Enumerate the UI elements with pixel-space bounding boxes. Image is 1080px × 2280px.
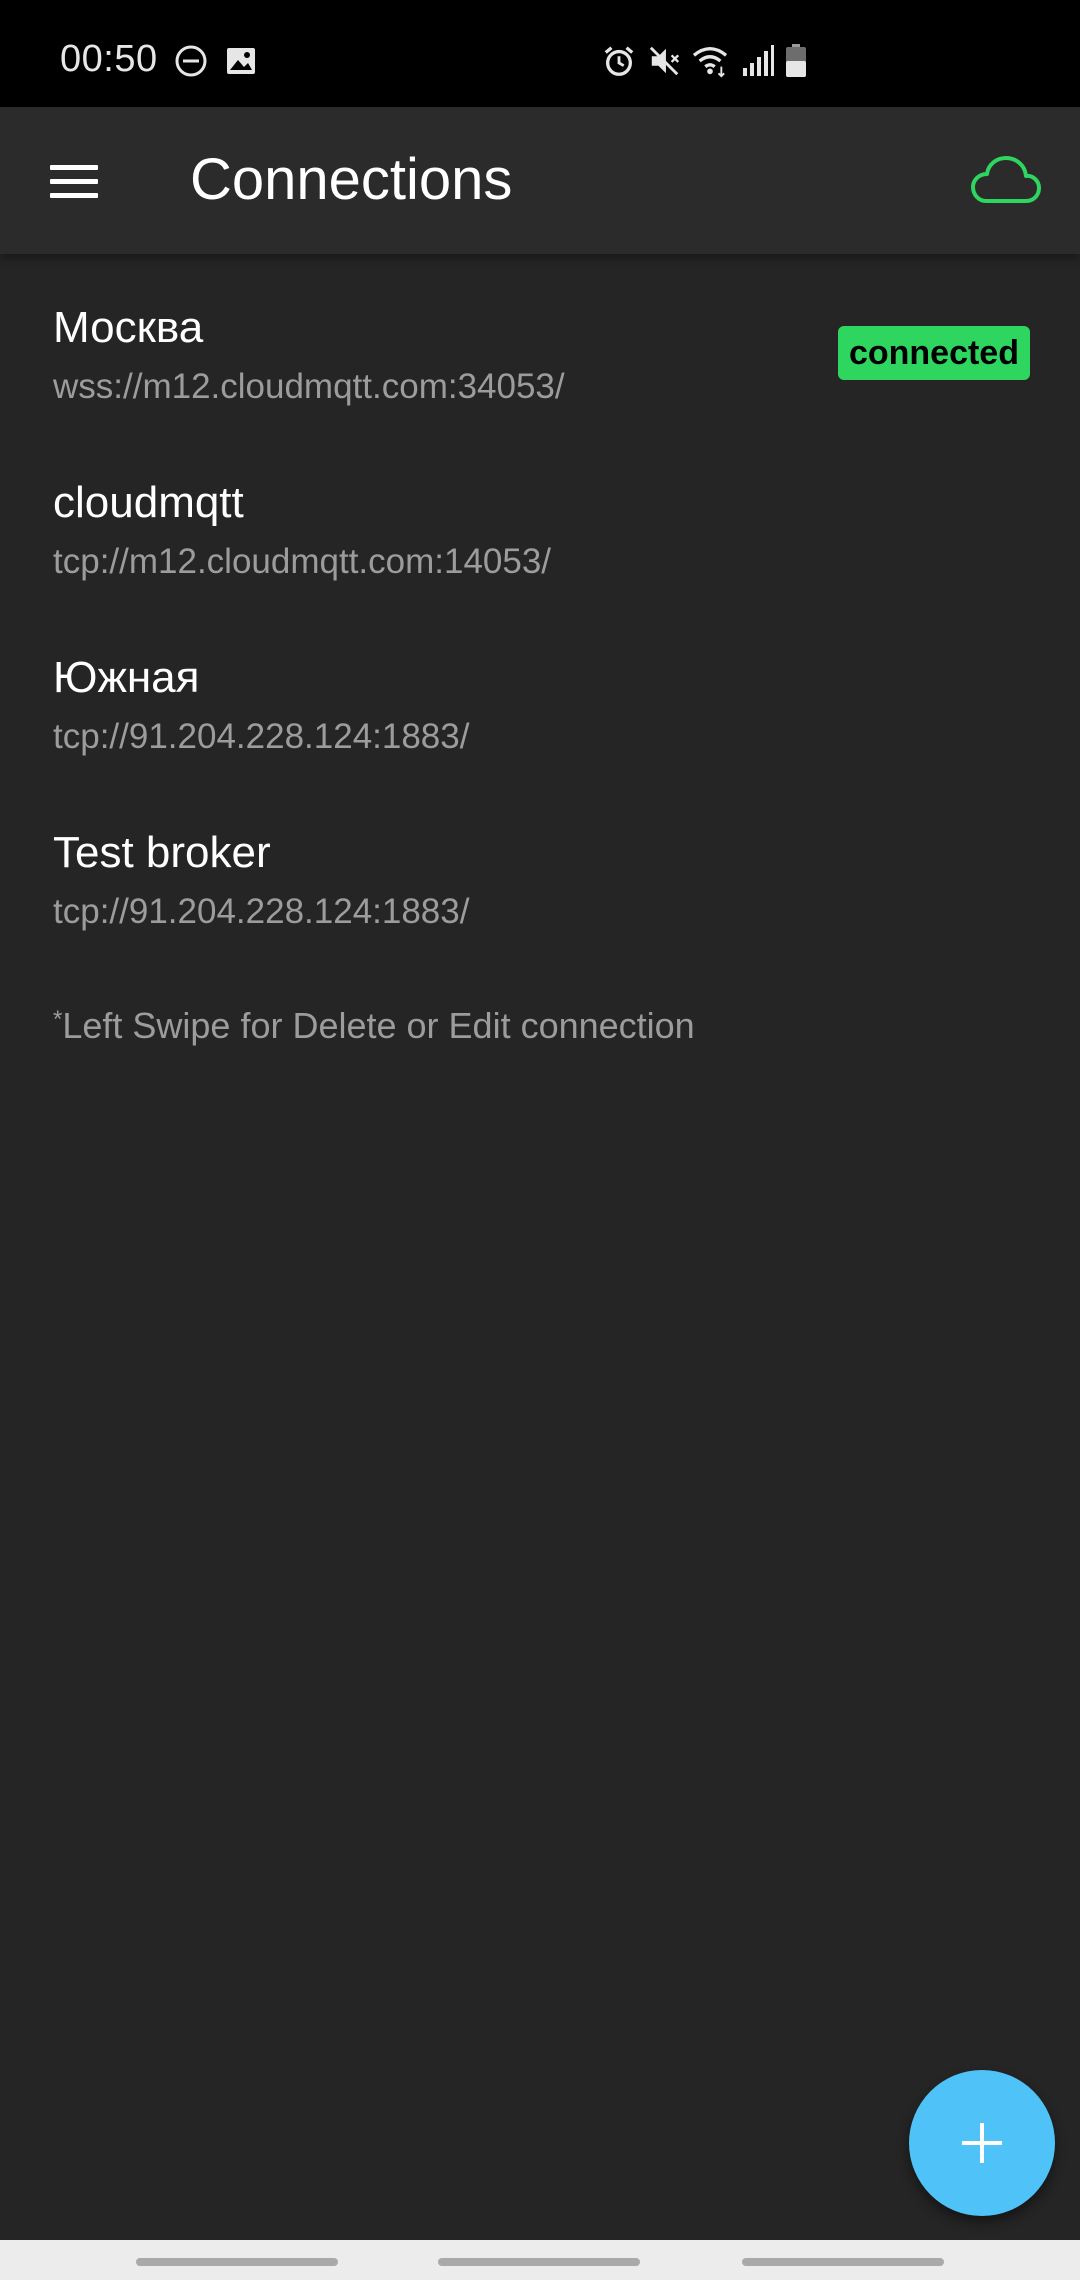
- connection-item[interactable]: Test broker tcp://91.204.228.124:1883/: [0, 779, 1080, 954]
- swipe-hint: *Left Swipe for Delete or Edit connectio…: [53, 1000, 695, 1052]
- connection-name: cloudmqtt: [53, 478, 244, 527]
- nav-home-button[interactable]: [438, 2258, 640, 2266]
- connection-url: tcp://91.204.228.124:1883/: [53, 892, 470, 931]
- signal-icon: [743, 45, 774, 76]
- wifi-icon: [692, 47, 728, 78]
- screen: 00:50 Connections Москва wss://m12.cloud…: [0, 0, 1080, 2280]
- status-bar: 00:50: [0, 0, 1080, 107]
- nav-back-button[interactable]: [742, 2258, 944, 2266]
- connection-name: Южная: [53, 653, 200, 702]
- battery-icon: [786, 44, 806, 77]
- cloud-icon: [971, 156, 1041, 203]
- connection-name: Москва: [53, 303, 204, 352]
- hint-marker: *: [53, 1006, 63, 1033]
- do-not-disturb-icon: [175, 45, 207, 77]
- mute-icon: [649, 46, 680, 76]
- navigation-bar: [0, 2240, 1080, 2280]
- app-bar: Connections: [0, 107, 1080, 254]
- connection-name: Test broker: [53, 828, 271, 877]
- connection-url: wss://m12.cloudmqtt.com:34053/: [53, 367, 565, 406]
- connection-url: tcp://m12.cloudmqtt.com:14053/: [53, 542, 552, 581]
- status-badge: connected: [837, 326, 1030, 380]
- connection-url: tcp://91.204.228.124:1883/: [53, 717, 470, 756]
- alarm-icon: [604, 46, 634, 76]
- image-icon: [227, 48, 255, 74]
- add-connection-button[interactable]: [909, 2070, 1055, 2216]
- hint-text: Left Swipe for Delete or Edit connection: [62, 1005, 695, 1046]
- menu-button[interactable]: [36, 144, 112, 220]
- connection-item[interactable]: Москва wss://m12.cloudmqtt.com:34053/ co…: [0, 254, 1080, 429]
- connection-list: Москва wss://m12.cloudmqtt.com:34053/ co…: [0, 254, 1080, 954]
- connection-item[interactable]: cloudmqtt tcp://m12.cloudmqtt.com:14053/: [0, 429, 1080, 604]
- status-time: 00:50: [60, 38, 158, 80]
- cloud-button[interactable]: [968, 149, 1044, 215]
- page-title: Connections: [190, 147, 513, 212]
- connection-item[interactable]: Южная tcp://91.204.228.124:1883/: [0, 604, 1080, 779]
- nav-recents-button[interactable]: [136, 2258, 338, 2266]
